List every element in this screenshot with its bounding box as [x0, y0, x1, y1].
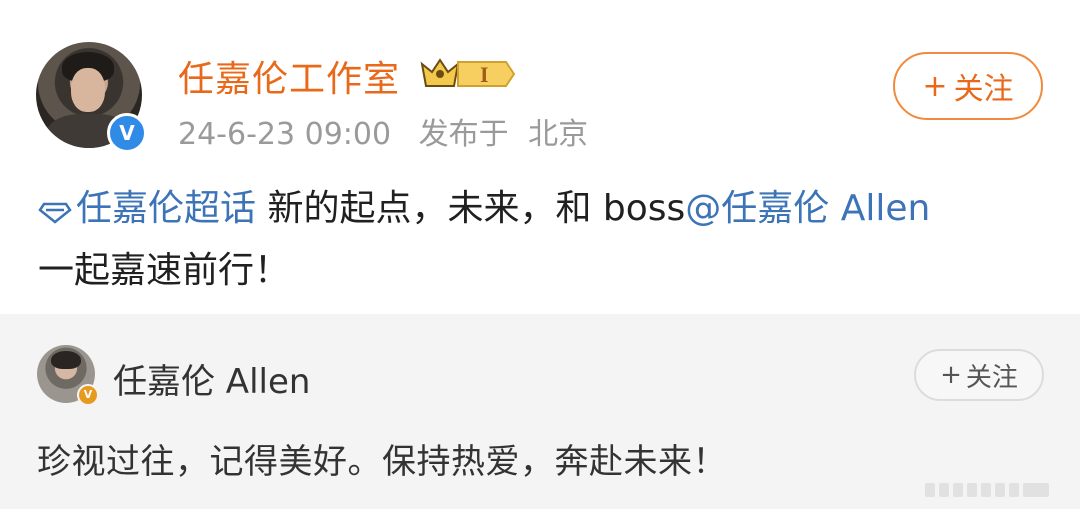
- repost-follow-label: 关注: [965, 362, 1018, 393]
- crown-vip-badge-icon[interactable]: I: [418, 56, 516, 92]
- follow-button[interactable]: + 关注: [893, 52, 1043, 120]
- main-post: V 任嘉伦工作室 I 24-6-23 09:00 发布于 北京 + 关注 任嘉伦…: [0, 0, 1080, 312]
- post-content: 任嘉伦超话 新的起点，未来，和 boss@任嘉伦 Allen 一起嘉速前行！: [38, 178, 1048, 302]
- watermark-icon: [925, 483, 1049, 497]
- post-location: 北京: [528, 117, 589, 152]
- avatar-face: [71, 68, 105, 112]
- post-text-part1: 新的起点，未来，和 boss: [256, 188, 686, 229]
- repost-follow-button[interactable]: + 关注: [914, 349, 1044, 401]
- repost-text: 珍视过往，记得美好。保持热爱，奔赴未来！: [37, 442, 727, 482]
- vip-level: I: [480, 62, 489, 87]
- verified-v-gold-icon: V: [77, 384, 99, 406]
- post-meta: 24-6-23 09:00 发布于 北京: [178, 109, 588, 153]
- repost-author-name[interactable]: 任嘉伦 Allen: [113, 354, 310, 403]
- verified-v-icon: V: [107, 113, 147, 153]
- post-text-part2: 一起嘉速前行！: [38, 250, 291, 291]
- plus-icon: +: [940, 360, 962, 390]
- topic-link[interactable]: 任嘉伦超话: [76, 188, 256, 229]
- mention-link[interactable]: @任嘉伦 Allen: [685, 188, 930, 229]
- published-label: 发布于: [418, 117, 509, 152]
- follow-label: 关注: [953, 72, 1014, 107]
- avatar-hair: [51, 351, 81, 369]
- post-author-name[interactable]: 任嘉伦工作室: [178, 50, 400, 102]
- post-timestamp: 24-6-23 09:00: [178, 117, 392, 152]
- plus-icon: +: [922, 68, 948, 104]
- topic-diamond-icon: [38, 202, 72, 224]
